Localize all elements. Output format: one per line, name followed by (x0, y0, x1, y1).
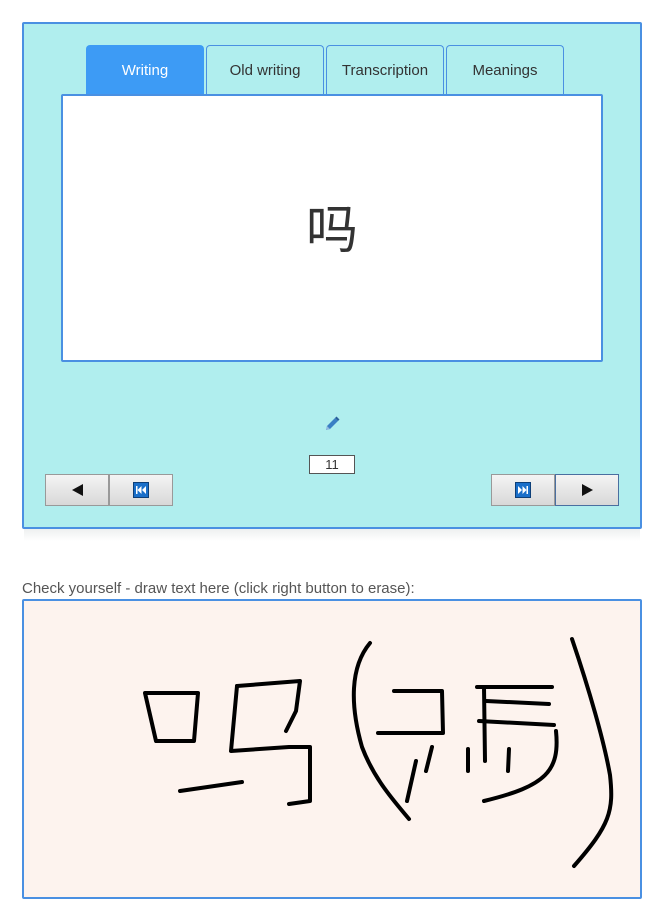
tab-transcription[interactable]: Transcription (326, 45, 444, 94)
card-counter: 11 (309, 455, 355, 474)
triangle-right-icon (581, 484, 593, 496)
panel-shadow (24, 529, 640, 541)
tab-meanings[interactable]: Meanings (446, 45, 564, 94)
handwritten-strokes (143, 637, 614, 868)
previous-button[interactable] (45, 474, 109, 506)
last-card-button[interactable] (491, 474, 555, 506)
drawing-canvas[interactable] (22, 599, 642, 899)
drawing-instructions: Check yourself - draw text here (click r… (22, 580, 415, 597)
flashcard-panel: Writing Old writing Transcription Meanin… (22, 22, 642, 529)
tab-old-writing[interactable]: Old writing (206, 45, 324, 94)
character-display: 吗 (61, 94, 603, 362)
tab-writing[interactable]: Writing (86, 45, 204, 94)
pencil-icon[interactable] (322, 414, 342, 434)
skip-to-start-icon (133, 482, 149, 498)
skip-to-end-icon (515, 482, 531, 498)
next-button[interactable] (555, 474, 619, 506)
first-card-button[interactable] (109, 474, 173, 506)
triangle-left-icon (71, 484, 83, 496)
character-text: 吗 (305, 200, 358, 261)
tab-bar: Writing Old writing Transcription Meanin… (86, 45, 566, 95)
